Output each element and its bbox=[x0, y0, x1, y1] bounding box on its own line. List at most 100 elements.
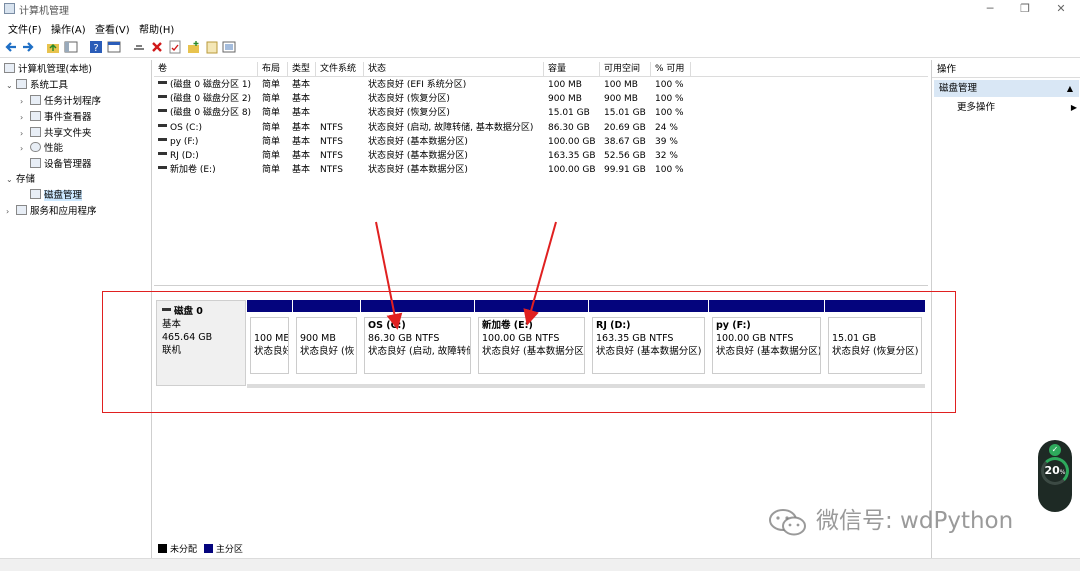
column-header-filesystem[interactable]: 文件系统 bbox=[316, 62, 364, 77]
disk-0-info[interactable]: 磁盘 0 基本 465.64 GB 联机 bbox=[156, 300, 246, 386]
partition-block[interactable]: 15.01 GB 状态良好 (恢复分区) bbox=[825, 300, 925, 380]
list-view-icon[interactable] bbox=[222, 40, 236, 54]
performance-meter-widget[interactable]: ✓ 20% bbox=[1038, 440, 1072, 512]
volume-row[interactable]: (磁盘 0 磁盘分区 2) 简单 基本 状态良好 (恢复分区) 900 MB 900 MB… bbox=[154, 92, 928, 106]
cell-text: 简单 bbox=[262, 80, 281, 90]
column-header-layout[interactable]: 布局 bbox=[258, 62, 288, 77]
partition-block[interactable]: py (F:) 100.00 GB NTFS 状态良好 (基本数据分区) bbox=[709, 300, 824, 380]
tree-root[interactable]: 计算机管理(本地) bbox=[4, 62, 92, 77]
console-icon[interactable] bbox=[107, 40, 121, 54]
expand-chevron-icon[interactable]: › bbox=[20, 94, 30, 109]
partition-size: 163.35 GB NTFS bbox=[596, 333, 674, 344]
tree-task-scheduler[interactable]: › 任务计划程序 bbox=[20, 94, 101, 109]
column-header-capacity[interactable]: 容量 bbox=[544, 62, 600, 77]
disk-status: 联机 bbox=[162, 345, 182, 356]
cell-free-space: 38.67 GB bbox=[600, 135, 651, 149]
cell-percent-free: 100 % bbox=[651, 106, 691, 120]
expand-chevron-icon[interactable]: › bbox=[20, 141, 30, 156]
cell-text: 15.01 GB bbox=[548, 108, 590, 119]
partition-size: 100.00 GB NTFS bbox=[716, 333, 794, 344]
cell-type: 基本 bbox=[288, 149, 316, 163]
submenu-arrow-icon: ▶ bbox=[1070, 103, 1077, 112]
menu-help[interactable]: 帮助(H) bbox=[139, 21, 174, 36]
show-hide-tree-icon[interactable] bbox=[64, 40, 78, 54]
cell-type: 基本 bbox=[288, 78, 316, 92]
unallocated-swatch bbox=[158, 544, 167, 553]
cell-text: 100 % bbox=[655, 80, 684, 90]
expand-chevron-icon[interactable]: › bbox=[6, 204, 16, 219]
partition-header-bar bbox=[247, 300, 292, 312]
collapse-up-icon[interactable]: ▲ bbox=[1067, 80, 1073, 97]
partition-body: RJ (D:) 163.35 GB NTFS 状态良好 (基本数据分区) bbox=[592, 317, 705, 374]
partition-block[interactable]: RJ (D:) 163.35 GB NTFS 状态良好 (基本数据分区) bbox=[589, 300, 708, 380]
tree-storage[interactable]: ⌄ 存储 bbox=[6, 172, 35, 187]
meter-value: 20 bbox=[1044, 464, 1060, 477]
volume-row[interactable]: RJ (D:) 简单 基本 NTFS 状态良好 (基本数据分区) 163.35 GB 52.… bbox=[154, 149, 928, 163]
volume-row[interactable]: (磁盘 0 磁盘分区 8) 简单 基本 状态良好 (恢复分区) 15.01 GB 15.0… bbox=[154, 106, 928, 120]
partition-header-bar bbox=[361, 300, 474, 312]
tree-system-tools[interactable]: ⌄ 系统工具 bbox=[6, 78, 68, 93]
cell-free-space: 99.91 GB bbox=[600, 163, 651, 177]
partition-header-bar bbox=[709, 300, 824, 312]
tree-performance[interactable]: › 性能 bbox=[20, 141, 63, 156]
column-header-volume[interactable]: 卷 bbox=[154, 62, 258, 77]
partition-name: RJ (D:) bbox=[596, 320, 631, 331]
up-folder-icon[interactable] bbox=[46, 40, 60, 54]
volume-row[interactable]: 新加卷 (E:) 简单 基本 NTFS 状态良好 (基本数据分区) 100.00 GB 99… bbox=[154, 163, 928, 177]
volume-row[interactable]: py (F:) 简单 基本 NTFS 状态良好 (基本数据分区) 100.00 GB 38.… bbox=[154, 135, 928, 149]
tree-disk-management[interactable]: 磁盘管理 bbox=[30, 188, 83, 203]
expand-chevron-icon[interactable]: › bbox=[20, 126, 30, 141]
cell-text: 900 MB bbox=[604, 94, 638, 105]
menu-view[interactable]: 查看(V) bbox=[95, 21, 130, 36]
menu-action[interactable]: 操作(A) bbox=[51, 21, 86, 36]
column-header-free-space[interactable]: 可用空间 bbox=[600, 62, 651, 77]
expand-chevron-icon[interactable]: › bbox=[20, 110, 30, 125]
connect-icon[interactable] bbox=[132, 40, 146, 54]
tree-services-apps[interactable]: › 服务和应用程序 bbox=[6, 204, 97, 219]
minimize-button[interactable]: ─ bbox=[975, 1, 1005, 17]
more-actions[interactable]: 更多操作 ▶ bbox=[957, 100, 1077, 115]
partition-name bbox=[254, 319, 285, 332]
collapse-chevron-icon[interactable]: ⌄ bbox=[6, 172, 16, 187]
partition-size: 100 ME bbox=[254, 333, 289, 344]
partition-block[interactable]: OS (C:) 86.30 GB NTFS 状态良好 (启动, 故障转储 bbox=[361, 300, 474, 380]
partition-name: 新加卷 (E:) bbox=[482, 320, 533, 331]
partition-block[interactable]: 新加卷 (E:) 100.00 GB NTFS 状态良好 (基本数据分区) bbox=[475, 300, 588, 380]
forward-icon[interactable] bbox=[21, 40, 35, 54]
delete-icon[interactable] bbox=[150, 40, 164, 54]
column-header-type[interactable]: 类型 bbox=[288, 62, 316, 77]
cell-percent-free: 32 % bbox=[651, 149, 691, 163]
volume-row[interactable]: OS (C:) 简单 基本 NTFS 状态良好 (启动, 故障转储, 基本数据分区) 86… bbox=[154, 121, 928, 135]
volume-row[interactable]: (磁盘 0 磁盘分区 1) 简单 基本 状态良好 (EFI 系统分区) 100 MB 10… bbox=[154, 78, 928, 92]
meter-unit: % bbox=[1059, 469, 1066, 476]
close-button[interactable]: ✕ bbox=[1046, 1, 1076, 17]
services-icon bbox=[16, 205, 27, 215]
back-icon[interactable] bbox=[4, 40, 18, 54]
maximize-button[interactable]: ❐ bbox=[1010, 1, 1040, 17]
partition-block[interactable]: 900 MB 状态良好 (恢 bbox=[293, 300, 360, 380]
cell-status: 状态良好 (EFI 系统分区) bbox=[364, 78, 544, 92]
cell-percent-free: 100 % bbox=[651, 78, 691, 92]
partition-header-bar bbox=[589, 300, 708, 312]
new-folder-icon[interactable] bbox=[187, 40, 201, 54]
partition-name: OS (C:) bbox=[368, 320, 406, 331]
cell-text: 状态良好 (恢复分区) bbox=[368, 108, 450, 119]
help-icon[interactable]: ? bbox=[89, 40, 103, 54]
properties-icon[interactable] bbox=[168, 40, 182, 54]
cell-text: 86.30 GB bbox=[548, 122, 590, 133]
tree-event-viewer[interactable]: › 事件查看器 bbox=[20, 110, 92, 125]
column-header-percent-free[interactable]: % 可用 bbox=[651, 62, 691, 77]
cell-text: 基本 bbox=[292, 122, 311, 133]
collapse-chevron-icon[interactable]: ⌄ bbox=[6, 78, 16, 93]
actions-disk-management[interactable]: 磁盘管理 ▲ bbox=[934, 80, 1079, 97]
column-header-status[interactable]: 状态 bbox=[364, 62, 544, 77]
tree-shared-folders[interactable]: › 共享文件夹 bbox=[20, 126, 92, 141]
disk-type: 基本 bbox=[162, 319, 182, 330]
cell-text: (磁盘 0 磁盘分区 1) bbox=[170, 80, 252, 90]
document-icon[interactable] bbox=[205, 40, 219, 54]
tree-device-manager[interactable]: 设备管理器 bbox=[30, 157, 92, 172]
cell-percent-free: 100 % bbox=[651, 92, 691, 106]
menu-file[interactable]: 文件(F) bbox=[8, 21, 42, 36]
partition-block[interactable]: 100 ME 状态良好 bbox=[247, 300, 292, 380]
cell-volume: 新加卷 (E:) bbox=[154, 163, 258, 177]
